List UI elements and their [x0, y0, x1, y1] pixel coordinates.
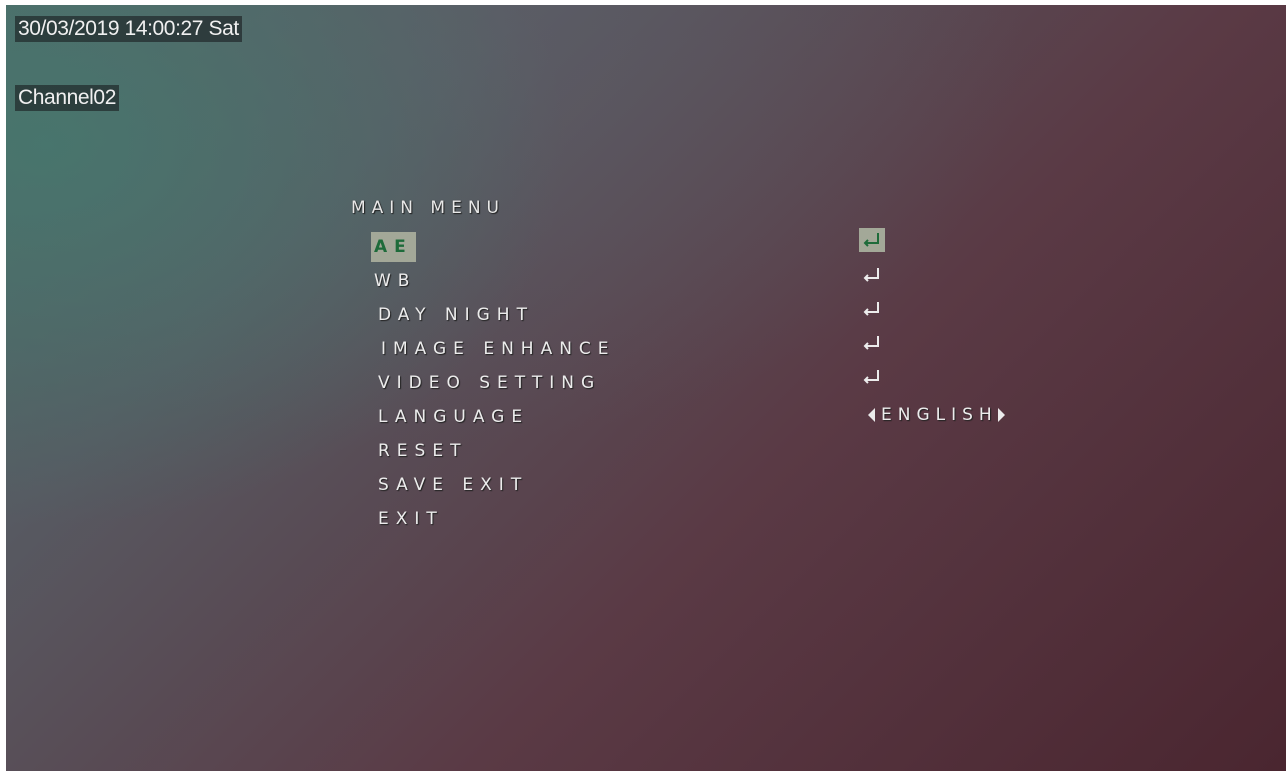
menu-item-reset[interactable]: RESET: [375, 436, 470, 466]
channel-overlay: Channel02: [15, 85, 119, 111]
menu-title: MAIN MENU: [351, 198, 505, 218]
menu-item-video-setting[interactable]: VIDEO SETTING: [375, 368, 604, 398]
enter-icon[interactable]: [859, 263, 885, 287]
menu-item-ae[interactable]: AE: [371, 232, 416, 262]
enter-icon[interactable]: [859, 331, 885, 355]
enter-icon[interactable]: [859, 365, 885, 389]
menu-item-save-exit[interactable]: SAVE EXIT: [375, 470, 531, 500]
language-selector[interactable]: ENGLISH: [868, 400, 1005, 430]
language-value: ENGLISH: [881, 405, 998, 425]
arrow-left-icon[interactable]: [868, 408, 875, 422]
camera-osd-screen: 30/03/2019 14:00:27 Sat Channel02 MAIN M…: [6, 5, 1286, 771]
menu-item-exit[interactable]: EXIT: [375, 504, 447, 534]
menu-item-image-enhance[interactable]: IMAGE ENHANCE: [378, 334, 619, 364]
menu-item-day-night[interactable]: DAY NIGHT: [375, 300, 537, 330]
enter-icon[interactable]: [859, 297, 885, 321]
arrow-right-icon[interactable]: [997, 408, 1005, 422]
menu-item-wb[interactable]: WB: [371, 266, 419, 296]
menu-item-language[interactable]: LANGUAGE: [375, 402, 532, 432]
datetime-overlay: 30/03/2019 14:00:27 Sat: [15, 16, 242, 42]
enter-icon[interactable]: [859, 228, 885, 252]
